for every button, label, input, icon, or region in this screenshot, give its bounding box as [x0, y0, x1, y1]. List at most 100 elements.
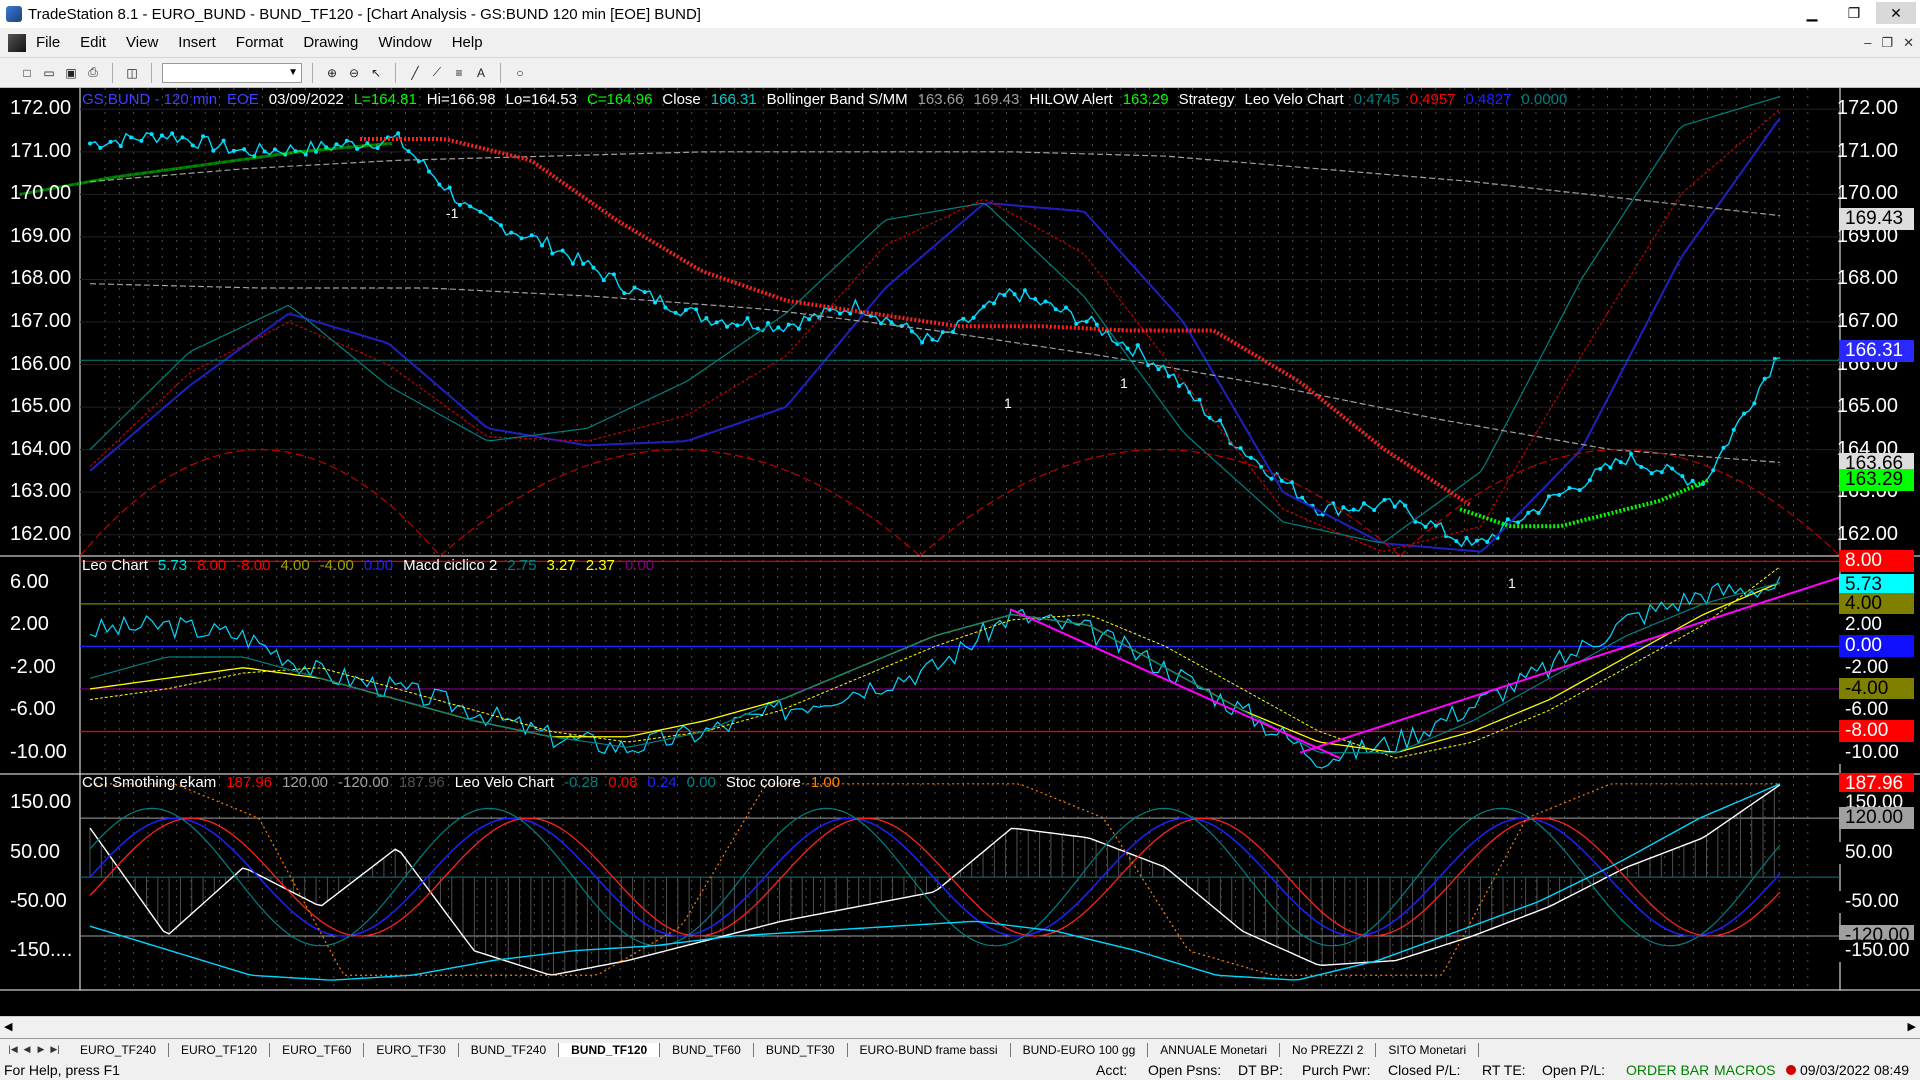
- leo-info-item: 0.00: [624, 557, 655, 574]
- close-price-point: [98, 145, 103, 150]
- close-price-point: [1433, 523, 1438, 528]
- close-price-point: [1474, 538, 1479, 543]
- close-price-point: [375, 145, 380, 150]
- cci-info-item: 0.00: [686, 774, 716, 791]
- menu-view[interactable]: View: [116, 34, 168, 51]
- close-price-point: [478, 209, 483, 214]
- menu-window[interactable]: Window: [368, 34, 441, 51]
- text-icon[interactable]: A: [472, 64, 490, 82]
- tab-bund-tf120[interactable]: BUND_TF120: [559, 1042, 661, 1057]
- zoom-out-icon[interactable]: ⊖: [345, 64, 363, 82]
- close-price-line: [89, 132, 1781, 548]
- tab-bund-tf60[interactable]: BUND_TF60: [660, 1042, 754, 1057]
- price-info-item: L=164.81: [353, 91, 417, 108]
- chart-area[interactable]: -1 1 1 1 GS:BUND - 120 min EOE 03/09/2022 L=16…: [0, 88, 1920, 1026]
- tab-euro-tf30[interactable]: EURO_TF30: [364, 1042, 459, 1057]
- close-price-point: [694, 307, 699, 312]
- tab-annuale-monetari[interactable]: ANNUALE Monetari: [1148, 1042, 1281, 1057]
- tab-bund-euro-100-gg[interactable]: BUND-EURO 100 gg: [1011, 1042, 1149, 1057]
- tab-bund-tf30[interactable]: BUND_TF30: [754, 1042, 848, 1057]
- tab-bund-tf240[interactable]: BUND_TF240: [459, 1042, 560, 1057]
- new-file-icon[interactable]: □: [18, 64, 36, 82]
- tab-euro-tf60[interactable]: EURO_TF60: [270, 1042, 365, 1057]
- close-price-point: [632, 285, 637, 290]
- close-price-point: [1074, 321, 1079, 326]
- leo-info-item: 5.73: [157, 557, 188, 574]
- print-preview-icon[interactable]: ◫: [123, 64, 141, 82]
- minimize-button[interactable]: ▁: [1792, 2, 1832, 24]
- save-icon[interactable]: ▣: [62, 64, 80, 82]
- cci-y-label-left: -150....: [10, 938, 73, 961]
- toolbar-separator: [112, 62, 113, 83]
- macros-button[interactable]: MACROS: [1714, 1062, 1775, 1078]
- tab-no-prezzi-2[interactable]: No PREZZI 2: [1280, 1042, 1377, 1057]
- tab-next-icon[interactable]: ▶: [34, 1043, 48, 1057]
- menu-format[interactable]: Format: [226, 34, 294, 51]
- close-price-point: [396, 131, 401, 136]
- fib-icon[interactable]: ≡: [450, 64, 468, 82]
- chart-window-icon[interactable]: [8, 33, 26, 52]
- mdi-minimize-button[interactable]: –: [1864, 35, 1871, 51]
- close-price-point: [673, 310, 678, 315]
- menu-file[interactable]: File: [26, 34, 70, 51]
- tab-euro-tf240[interactable]: EURO_TF240: [68, 1042, 170, 1057]
- close-price-point: [1587, 478, 1592, 483]
- tab-sito-monetari[interactable]: SITO Monetari: [1376, 1042, 1480, 1057]
- close-price-point: [735, 323, 740, 328]
- scroll-right-icon[interactable]: ▶: [1908, 1020, 1916, 1033]
- leo-value-tag: -6.00: [1839, 699, 1914, 722]
- menu-help[interactable]: Help: [442, 34, 493, 51]
- menu-insert[interactable]: Insert: [168, 34, 226, 51]
- trend-line-icon[interactable]: ⟋: [428, 64, 446, 82]
- cci-info-item: Leo Velo Chart: [454, 774, 555, 791]
- maximize-button[interactable]: ❐: [1834, 2, 1874, 24]
- close-price-point: [611, 272, 616, 277]
- close-price-point: [1464, 535, 1469, 540]
- open-folder-icon[interactable]: ▭: [40, 64, 58, 82]
- close-price-point: [427, 169, 432, 174]
- cci-pane-info: CCI Smothing ekam 187.96 120.00 -120.00 187.…: [82, 774, 840, 791]
- close-price-point: [540, 243, 545, 248]
- price-info-item: Lo=164.53: [505, 91, 577, 108]
- symbol-combo[interactable]: ▼: [162, 62, 302, 83]
- close-price-point: [1279, 478, 1284, 483]
- chevron-down-icon[interactable]: ▼: [288, 67, 298, 78]
- tab-last-icon[interactable]: ▶|: [48, 1043, 62, 1057]
- order-bar-button[interactable]: ORDER BAR: [1626, 1062, 1709, 1078]
- mdi-close-button[interactable]: ✕: [1903, 35, 1914, 51]
- scroll-left-icon[interactable]: ◀: [4, 1020, 12, 1033]
- price-y-label-left: 167.00: [10, 310, 72, 332]
- zoom-in-icon[interactable]: ⊕: [323, 64, 341, 82]
- circle-icon[interactable]: ○: [511, 64, 529, 82]
- mdi-restore-button[interactable]: ❐: [1881, 35, 1893, 51]
- close-price-point: [971, 315, 976, 320]
- pointer-icon[interactable]: ↖: [367, 64, 385, 82]
- menu-drawing[interactable]: Drawing: [293, 34, 368, 51]
- horizontal-scrollbar[interactable]: ◀ ▶: [0, 1016, 1920, 1038]
- leo-info-item: -8.00: [236, 557, 271, 574]
- price-info-item: 163.66: [917, 91, 964, 108]
- cci-info-item: 0.08: [608, 774, 638, 791]
- menu-edit[interactable]: Edit: [70, 34, 116, 51]
- price-value-tag: 169.43: [1839, 207, 1914, 230]
- status-purch-pwr: Purch Pwr:: [1302, 1062, 1371, 1078]
- close-price-point: [1557, 492, 1562, 497]
- close-price-point: [129, 135, 134, 140]
- tab-first-icon[interactable]: |◀: [6, 1043, 20, 1057]
- cci-y-label-left: 150.00: [10, 791, 72, 814]
- close-button[interactable]: ✕: [1876, 2, 1916, 24]
- close-price-point: [1546, 494, 1551, 499]
- tab-euro-tf120[interactable]: EURO_TF120: [169, 1042, 271, 1057]
- price-y-label-right: 170.00: [1836, 182, 1898, 205]
- leo-info-item: Macd ciclico 2: [403, 557, 498, 574]
- price-y-label-left: 164.00: [10, 437, 72, 460]
- tab-prev-icon[interactable]: ◀: [20, 1043, 34, 1057]
- drawing-line-icon[interactable]: ╱: [406, 64, 424, 82]
- price-info-item: 0.4827: [1465, 91, 1512, 108]
- close-price-point: [406, 149, 411, 154]
- close-price-point: [560, 248, 565, 253]
- print-icon[interactable]: ⎙: [84, 64, 102, 82]
- tab-euro-bund-frame-bassi[interactable]: EURO-BUND frame bassi: [848, 1042, 1011, 1057]
- cci-info-item: 0.24: [647, 774, 677, 791]
- app-icon: [6, 6, 22, 22]
